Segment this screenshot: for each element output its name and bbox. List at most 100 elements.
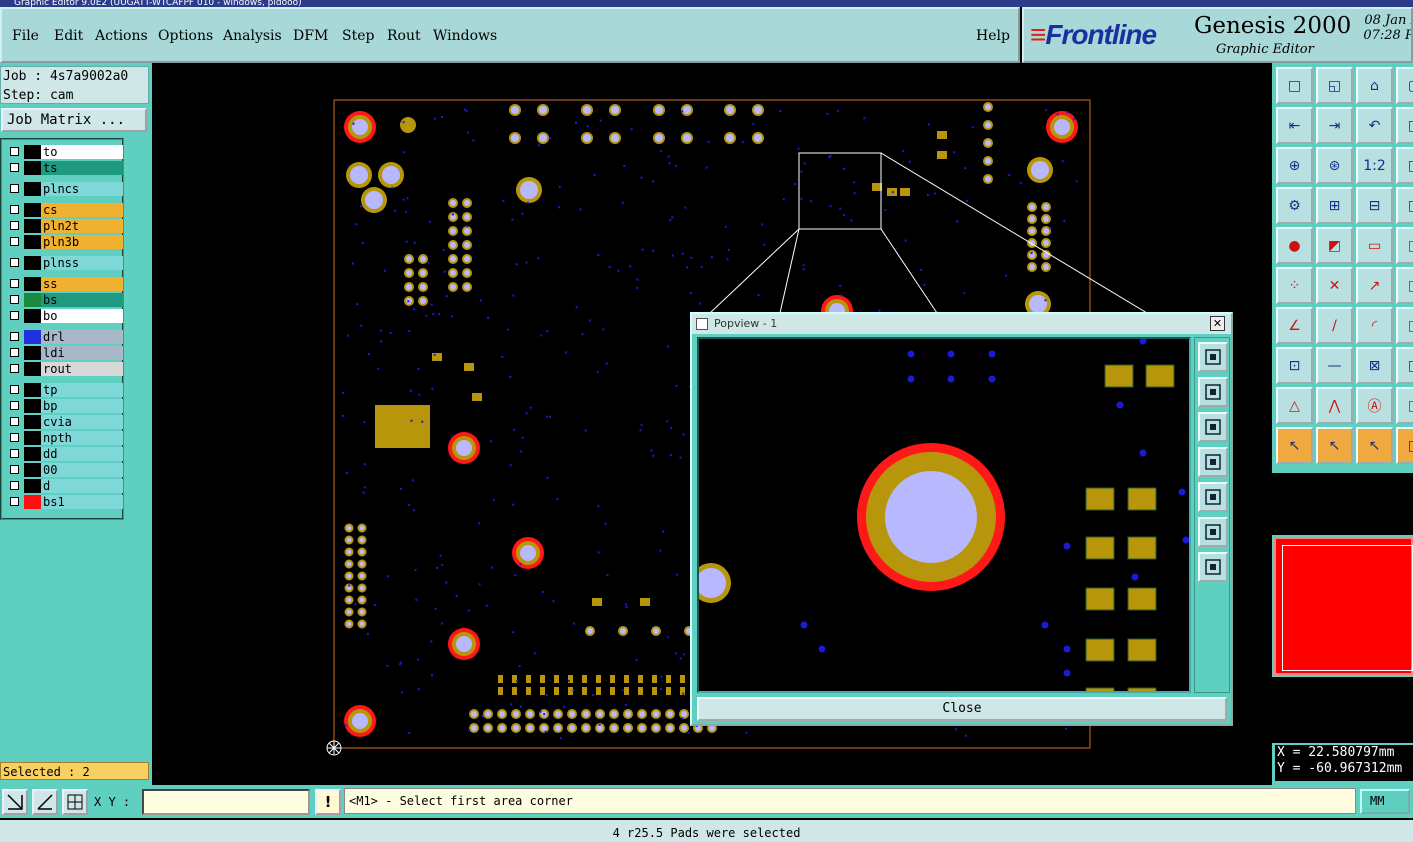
layer-checkbox[interactable]	[10, 465, 19, 474]
extra9-icon[interactable]: □	[1396, 387, 1413, 424]
extra2-icon[interactable]: □	[1396, 107, 1413, 144]
grid-icon[interactable]: ⊞	[1316, 187, 1353, 224]
layer-name[interactable]: tp	[41, 383, 123, 397]
menu-actions[interactable]: Actions	[95, 28, 148, 44]
layer-row-npth[interactable]: npth	[6, 431, 123, 445]
angle-icon[interactable]: ∠	[1276, 307, 1313, 344]
overview-map[interactable]	[1274, 537, 1413, 675]
layer-name[interactable]: plnss	[41, 256, 123, 270]
layer-row-cs[interactable]: cs	[6, 203, 123, 217]
layer-name[interactable]: pln2t	[41, 219, 123, 233]
pv-zoom-out-icon[interactable]	[1198, 412, 1228, 442]
home-icon[interactable]: ⌂	[1356, 67, 1393, 104]
layer-name[interactable]: ldi	[41, 346, 123, 360]
scale-1to2-icon[interactable]: 1:2	[1356, 147, 1393, 184]
layer-checkbox[interactable]	[10, 184, 19, 193]
layer-checkbox[interactable]	[10, 348, 19, 357]
layer-checkbox[interactable]	[10, 385, 19, 394]
layer-checkbox[interactable]	[10, 237, 19, 246]
pv-zoom-icon[interactable]	[1198, 342, 1228, 372]
layer-row-ldi[interactable]: ldi	[6, 346, 123, 360]
layer-row-tp[interactable]: tp	[6, 383, 123, 397]
layer-name[interactable]: d	[41, 479, 123, 493]
layer-name[interactable]: to	[41, 145, 123, 159]
layer-row-pln2t[interactable]: pln2t	[6, 219, 123, 233]
extra5-icon[interactable]: □	[1396, 227, 1413, 264]
layer-name[interactable]: bs1	[41, 495, 123, 509]
layer-name[interactable]: pln3b	[41, 235, 123, 249]
layer-checkbox[interactable]	[10, 332, 19, 341]
menu-edit[interactable]: Edit	[54, 28, 83, 44]
arc-icon[interactable]: ◜	[1356, 307, 1393, 344]
menu-options[interactable]: Options	[158, 28, 213, 44]
grid-snap-icon[interactable]	[62, 789, 88, 815]
measure-icon[interactable]	[32, 789, 58, 815]
layer-name[interactable]: npth	[41, 431, 123, 445]
zoom-home-icon[interactable]: □	[1276, 67, 1313, 104]
layer-row-plncs[interactable]: plncs	[6, 182, 123, 196]
peak-icon[interactable]: ⋀	[1316, 387, 1353, 424]
menu-windows[interactable]: Windows	[433, 28, 497, 44]
layer-checkbox[interactable]	[10, 364, 19, 373]
line-icon[interactable]: /	[1316, 307, 1353, 344]
connect-icon[interactable]: ↗	[1356, 267, 1393, 304]
pv-pan-right-icon[interactable]	[1198, 482, 1228, 512]
layer-checkbox[interactable]	[10, 449, 19, 458]
job-matrix-button[interactable]: Job Matrix ...	[1, 108, 147, 132]
extra6-icon[interactable]: □	[1396, 267, 1413, 304]
layer-row-bs1[interactable]: bs1	[6, 495, 123, 509]
layer-row-cvia[interactable]: cvia	[6, 415, 123, 429]
layer-checkbox[interactable]	[10, 258, 19, 267]
triangle-icon[interactable]: △	[1276, 387, 1313, 424]
pv-fit-icon[interactable]	[1198, 517, 1228, 547]
layer-row-00[interactable]: 00	[6, 463, 123, 477]
pad-select-icon[interactable]: ●	[1276, 227, 1313, 264]
layer-row-d[interactable]: d	[6, 479, 123, 493]
layer-name[interactable]: bo	[41, 309, 123, 323]
zoom-fit-icon[interactable]: ⊕	[1276, 147, 1313, 184]
popview-window[interactable]: Popview - 1 ✕ Close	[690, 312, 1233, 726]
alert-icon[interactable]: !	[315, 789, 341, 815]
snap-icon[interactable]: ⊡	[1276, 347, 1313, 384]
layer-name[interactable]: drl	[41, 330, 123, 344]
layer-row-to[interactable]: to	[6, 145, 123, 159]
layer-row-bo[interactable]: bo	[6, 309, 123, 323]
layer-row-dd[interactable]: dd	[6, 447, 123, 461]
arch-icon[interactable]: Ⓐ	[1356, 387, 1393, 424]
extra-icon[interactable]: ▢	[1396, 67, 1413, 104]
layer-checkbox[interactable]	[10, 279, 19, 288]
window-menu-icon[interactable]	[696, 318, 708, 330]
layer-name[interactable]: plncs	[41, 182, 123, 196]
layer-name[interactable]: cs	[41, 203, 123, 217]
layer-row-pln3b[interactable]: pln3b	[6, 235, 123, 249]
zoom-in-icon[interactable]: ◱	[1316, 67, 1353, 104]
layer-row-bp[interactable]: bp	[6, 399, 123, 413]
menu-dfm[interactable]: DFM	[293, 28, 328, 44]
layer-checkbox[interactable]	[10, 147, 19, 156]
pointer-icon[interactable]: ↖	[1276, 427, 1313, 464]
undo-view-icon[interactable]: ↶	[1356, 107, 1393, 144]
layer-checkbox[interactable]	[10, 163, 19, 172]
palette-icon[interactable]: ⚙	[1276, 187, 1313, 224]
menu-file[interactable]: File	[12, 28, 39, 44]
zoom-area-icon[interactable]	[2, 789, 28, 815]
xy-input[interactable]	[142, 789, 310, 815]
layer-name[interactable]: rout	[41, 362, 123, 376]
close-icon[interactable]: ✕	[1210, 316, 1225, 331]
layer-checkbox[interactable]	[10, 433, 19, 442]
layer-name[interactable]: 00	[41, 463, 123, 477]
layers-compare-icon[interactable]: ⊟	[1356, 187, 1393, 224]
extra7-icon[interactable]: □	[1396, 307, 1413, 344]
layer-name[interactable]: cvia	[41, 415, 123, 429]
layer-row-bs[interactable]: bs	[6, 293, 123, 307]
pan-left-icon[interactable]: ⇤	[1276, 107, 1313, 144]
pv-zoom-in-icon[interactable]	[1198, 377, 1228, 407]
frame-icon[interactable]: ⊠	[1356, 347, 1393, 384]
clip-icon[interactable]: ◩	[1316, 227, 1353, 264]
menu-rout[interactable]: Rout	[387, 28, 421, 44]
layer-name[interactable]: bs	[41, 293, 123, 307]
extra10-icon[interactable]: □	[1396, 427, 1413, 464]
net-icon[interactable]: ⁘	[1276, 267, 1313, 304]
layer-checkbox[interactable]	[10, 205, 19, 214]
cross-icon[interactable]: ✕	[1316, 267, 1353, 304]
